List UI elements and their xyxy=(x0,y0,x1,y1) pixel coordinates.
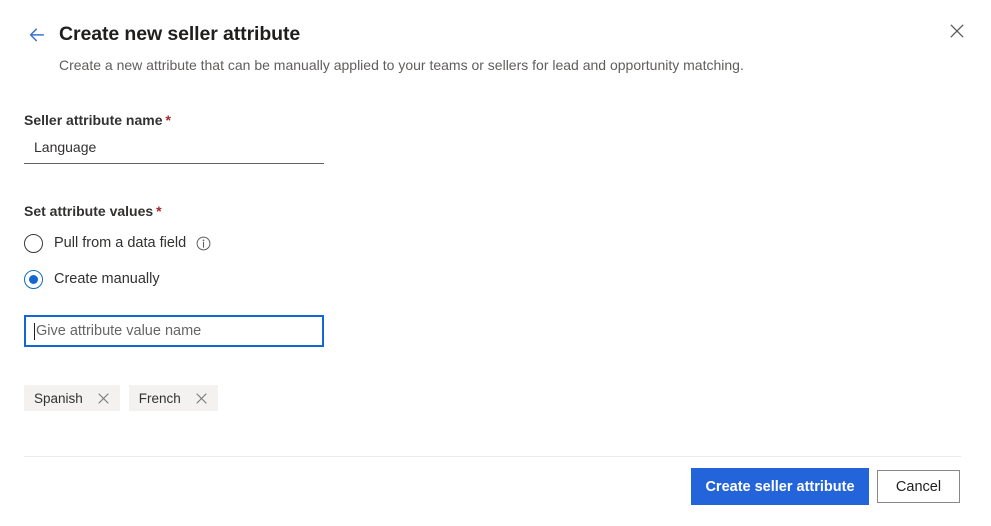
radio-mark-unselected xyxy=(24,234,43,253)
required-asterisk: * xyxy=(156,203,161,219)
chip-item[interactable]: French xyxy=(129,385,218,411)
chip-label: French xyxy=(139,391,181,406)
page-subtitle: Create a new attribute that can be manua… xyxy=(59,55,744,75)
back-button[interactable] xyxy=(21,19,53,51)
arrow-left-icon xyxy=(27,25,47,45)
set-attribute-values-label: Set attribute values* xyxy=(24,201,162,221)
text-caret xyxy=(34,323,35,340)
page-title: Create new seller attribute xyxy=(59,21,300,47)
radio-mark-selected xyxy=(24,270,43,289)
cancel-button[interactable]: Cancel xyxy=(877,470,960,503)
attribute-value-chip-list: Spanish French xyxy=(24,385,218,411)
radio-create-manually[interactable]: Create manually xyxy=(24,268,160,290)
footer-divider xyxy=(24,456,961,457)
seller-attribute-name-label: Seller attribute name* xyxy=(24,110,171,130)
info-icon[interactable] xyxy=(196,236,211,251)
required-asterisk: * xyxy=(166,112,171,128)
close-icon[interactable] xyxy=(195,391,209,405)
create-seller-attribute-button[interactable]: Create seller attribute xyxy=(691,468,869,505)
seller-attribute-name-input[interactable] xyxy=(24,134,324,164)
close-button[interactable] xyxy=(941,15,973,47)
chip-label: Spanish xyxy=(34,391,83,406)
close-icon[interactable] xyxy=(97,391,111,405)
radio-label: Create manually xyxy=(54,269,160,289)
attribute-value-placeholder: Give attribute value name xyxy=(36,321,201,341)
radio-label: Pull from a data field xyxy=(54,233,186,253)
close-icon xyxy=(950,24,964,38)
radio-pull-from-data-field[interactable]: Pull from a data field xyxy=(24,232,211,254)
attribute-value-input[interactable]: Give attribute value name xyxy=(24,315,324,347)
chip-item[interactable]: Spanish xyxy=(24,385,120,411)
